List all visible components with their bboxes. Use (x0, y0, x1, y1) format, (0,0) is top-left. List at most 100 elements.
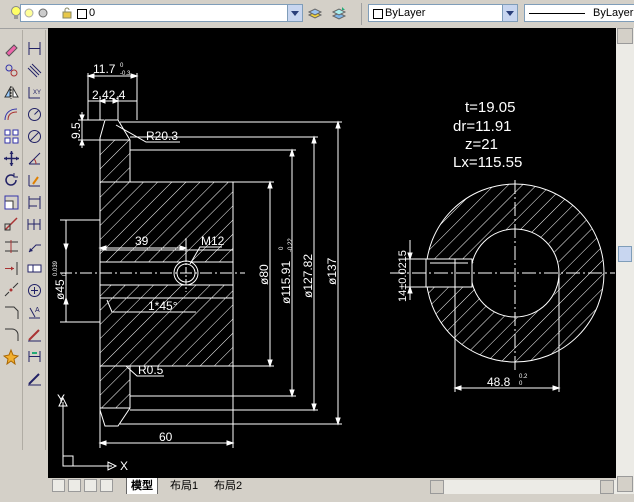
layer-dropdown-arrow[interactable] (287, 5, 302, 21)
tab-model[interactable]: 模型 (126, 478, 158, 495)
linetype-combo-value: ByLayer (593, 7, 634, 19)
linetype-combo[interactable]: ByLayer (524, 4, 634, 22)
m12-text: M12 (201, 234, 225, 248)
leader-icon[interactable] (26, 238, 43, 255)
color-swatch (373, 9, 383, 19)
tolerance-icon[interactable] (26, 260, 43, 277)
ucs-icon (58, 396, 118, 471)
dim-text-edit-icon[interactable] (26, 326, 43, 343)
dim-d45 (60, 219, 100, 323)
lock-icon (62, 7, 72, 19)
dimension-toolbar: XY A (23, 30, 46, 450)
copy-icon[interactable] (3, 62, 20, 79)
vertical-scroll-thumb[interactable] (618, 246, 632, 262)
dim-d80-text: ø80 (257, 264, 271, 285)
svg-text:A: A (35, 307, 40, 314)
tab-layout1[interactable]: 布局1 (166, 478, 202, 494)
first-tab-button[interactable] (52, 479, 65, 492)
viewport-freeze-icon (38, 8, 48, 18)
scroll-down-button[interactable] (617, 476, 633, 492)
dim-11-7-text: 11.7 (93, 62, 116, 76)
center-mark-icon[interactable] (26, 282, 43, 299)
aligned-dim-icon[interactable] (26, 62, 43, 79)
dim-48-8-tol-upper: 0.2 (519, 374, 528, 380)
extend-icon[interactable] (3, 260, 20, 277)
svg-text:XY: XY (33, 90, 41, 96)
drawing-canvas[interactable]: 11.7 0 -0.3 2.42.4 9.5 R20.3 39 M12 ø45 … (48, 28, 616, 478)
status-strip (0, 494, 634, 502)
stretch-icon[interactable] (3, 216, 20, 233)
freeze-sun-icon (24, 8, 34, 18)
previous-tab-button[interactable] (68, 479, 81, 492)
linetype-sample (529, 13, 585, 14)
baseline-dim-icon[interactable] (26, 194, 43, 211)
move-icon[interactable] (3, 150, 20, 167)
trim-icon[interactable] (3, 238, 20, 255)
vertical-scrollbar[interactable] (616, 28, 634, 494)
last-tab-button[interactable] (100, 479, 113, 492)
layer-toolbar: 0 ByLayer ByLayer (0, 0, 634, 29)
dim-d127-text: ø127.82 (301, 254, 315, 298)
ordinate-dim-icon[interactable]: XY (26, 84, 43, 101)
scroll-up-button[interactable] (617, 28, 633, 44)
draw-toolbar (0, 30, 23, 450)
chamfer-text: 1*45° (148, 299, 178, 313)
dim-style-icon[interactable] (26, 370, 43, 387)
array-icon[interactable] (3, 128, 20, 145)
mirror-icon[interactable] (3, 84, 20, 101)
erase-icon[interactable] (3, 40, 20, 57)
dim-d115-text: ø115.91 (279, 261, 293, 304)
dim-edit-icon[interactable]: A (26, 304, 43, 321)
r20-3-text: R20.3 (146, 129, 178, 143)
scale-icon[interactable] (3, 194, 20, 211)
dim-39-text: 39 (135, 234, 149, 248)
chamfer-icon[interactable] (3, 304, 20, 321)
radius-dim-icon[interactable] (26, 106, 43, 123)
dim-d45-text: ø45 (53, 279, 67, 300)
color-combo[interactable]: ByLayer (368, 4, 518, 22)
offset-icon[interactable] (3, 106, 20, 123)
scroll-left-button[interactable] (430, 480, 444, 494)
tab-layout2[interactable]: 布局2 (210, 478, 246, 494)
dim-d45-tol-upper: 0.039 (53, 260, 59, 276)
fillet-icon[interactable] (3, 326, 20, 343)
scroll-right-button[interactable] (600, 480, 614, 494)
dim-d115-tol-upper: 0 (279, 246, 285, 250)
dim-48-8-tol-lower: 0 (519, 381, 523, 387)
continue-dim-icon[interactable] (26, 216, 43, 233)
diameter-dim-icon[interactable] (26, 128, 43, 145)
dim-9-5-text: 9.5 (69, 122, 83, 139)
dim-11-7-tol-upper: 0 (120, 63, 124, 69)
layer-previous-icon[interactable] (331, 5, 347, 21)
break-icon[interactable] (3, 282, 20, 299)
angular-dim-icon[interactable] (26, 150, 43, 167)
dim-14-text: 14±0.0215 (397, 250, 409, 302)
color-dropdown-arrow[interactable] (502, 5, 517, 21)
layer-color-swatch (77, 9, 87, 19)
quick-dim-icon[interactable] (26, 172, 43, 189)
param-dr: dr=11.91 (453, 118, 512, 135)
dim-update-icon[interactable] (26, 348, 43, 365)
dim-2-42-4-text: 2.42.4 (92, 88, 126, 102)
sprocket-end-view (390, 180, 615, 370)
dim-11-7-tol-lower: -0.3 (120, 71, 131, 77)
sprocket-section-view (60, 119, 245, 427)
dim-d137-text: ø137 (325, 257, 339, 285)
horizontal-scrollbar[interactable] (430, 480, 616, 494)
layer-combo[interactable]: 0 (20, 4, 303, 22)
rotate-icon[interactable] (3, 172, 20, 189)
dim-48-8-text: 48.8 (487, 375, 511, 389)
r0-5-text: R0.5 (138, 363, 164, 377)
dim-d115-tol-lower: -0.22 (288, 238, 294, 252)
param-lx: Lx=115.55 (453, 154, 522, 171)
make-layer-current-icon[interactable] (307, 5, 323, 21)
ucs-y-label: Y (57, 392, 65, 406)
dim-60-text: 60 (159, 430, 173, 444)
explode-icon[interactable] (3, 348, 20, 365)
next-tab-button[interactable] (84, 479, 97, 492)
linear-dim-icon[interactable] (26, 40, 43, 57)
ucs-x-label: X (120, 459, 128, 473)
current-layer-name: 0 (89, 7, 96, 19)
param-z: z=21 (465, 136, 498, 153)
param-t: t=19.05 (465, 99, 515, 116)
